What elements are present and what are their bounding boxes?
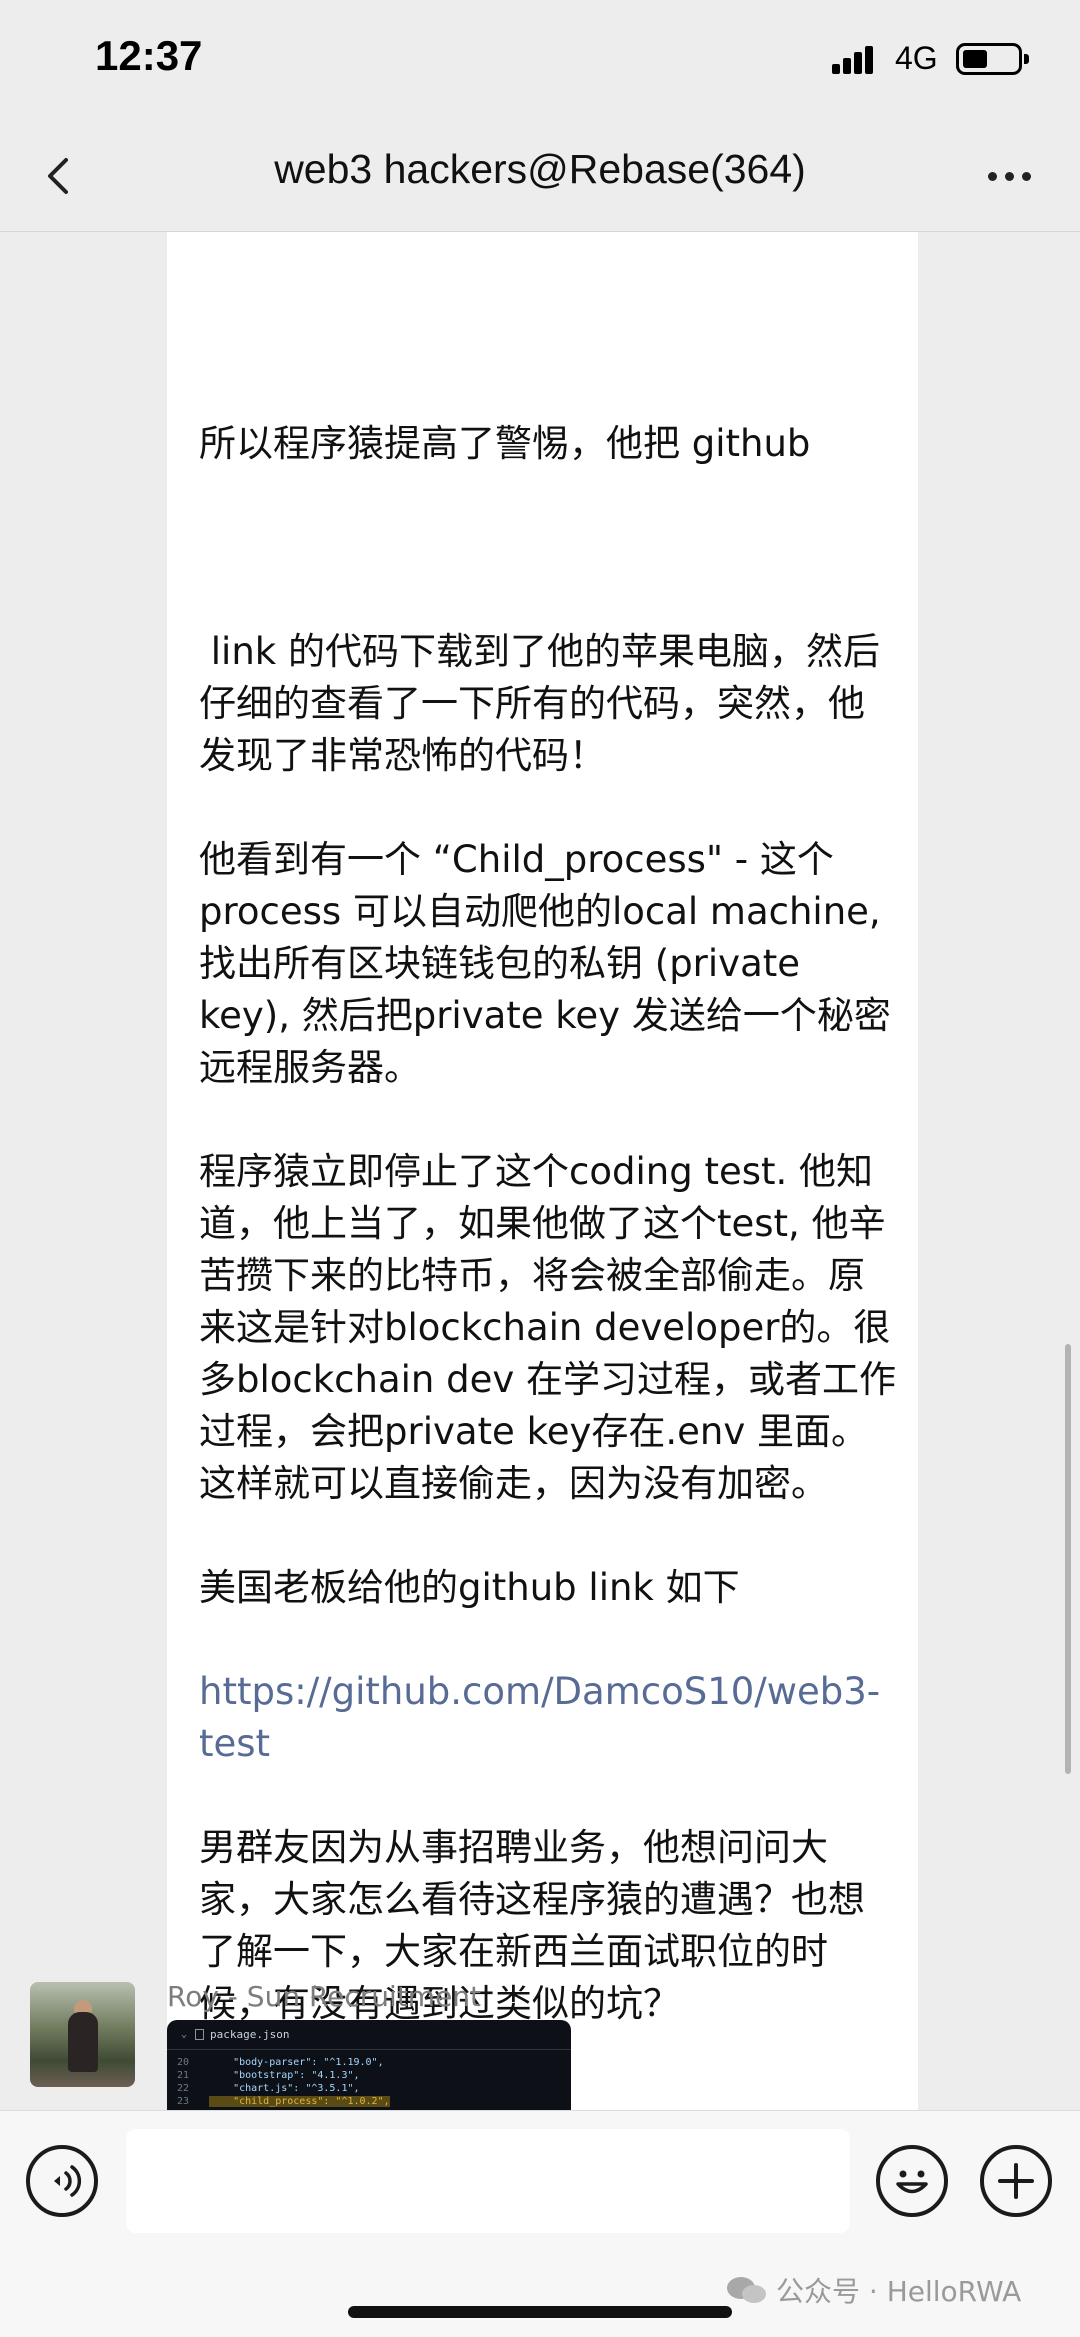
plus-icon[interactable] (980, 2145, 1052, 2217)
code-line-text: "bootstrap": "4.1.3", (209, 2070, 360, 2081)
message-cut-line: 所以程序猿提高了警惕，他把 github (199, 422, 811, 465)
file-icon (195, 2029, 205, 2040)
message-bubble: 所以程序猿提高了警惕，他把 github link 的代码下载到了他的苹果电脑，… (167, 232, 918, 2110)
network-type: 4G (895, 40, 938, 76)
scroll-indicator (1065, 1344, 1071, 1774)
code-line-number: 21 (177, 2070, 190, 2081)
code-line-number: 23 (177, 2096, 190, 2107)
message-text: 所以程序猿提高了警惕，他把 github link 的代码下载到了他的苹果电脑，… (199, 314, 899, 2110)
chevron-down-icon: ⌄ (181, 2029, 188, 2040)
signal-icon (832, 44, 876, 74)
home-indicator (348, 2306, 732, 2318)
code-line-text: "body-parser": "^1.19.0", (209, 2057, 384, 2068)
watermark-text: 公众号 · HelloRWA (776, 2275, 1022, 2308)
nav-bar: web3 hackers@Rebase(364) (0, 120, 1080, 232)
more-dots-icon[interactable] (980, 166, 1040, 186)
message-paragraph: 美国老板给他的github link 如下 (199, 1566, 740, 1609)
chat-area[interactable]: 所以程序猿提高了警惕，他把 github link 的代码下载到了他的苹果电脑，… (0, 232, 1080, 2110)
message-paragraph: 程序猿立即停止了这个coding test. 他知道，他上当了，如果他做了这个t… (199, 1150, 897, 1505)
emoji-icon[interactable] (876, 2145, 948, 2217)
status-time: 12:37 (95, 32, 203, 79)
code-line: 22 "chart.js": "^3.5.1", (177, 2082, 571, 2095)
code-line-number: 20 (177, 2057, 190, 2068)
battery-icon (956, 43, 1029, 75)
message-input[interactable] (126, 2129, 850, 2233)
status-bar: 12:37 4G (0, 0, 1080, 120)
code-line-number: 22 (177, 2083, 190, 2094)
wechat-icon (726, 2275, 768, 2305)
code-line-text: "chart.js": "^3.5.1", (209, 2083, 360, 2094)
voice-icon[interactable] (26, 2145, 98, 2217)
code-lines: 20 "body-parser": "^1.19.0", 21 "bootstra… (167, 2050, 571, 2108)
watermark: 公众号 · HelloRWA (726, 2270, 1021, 2310)
github-link[interactable]: https://github.com/DamcoS10/web3-test (199, 1666, 899, 1770)
code-line: 21 "bootstrap": "4.1.3", (177, 2069, 571, 2082)
image-message[interactable]: ⌄ package.json 20 "body-parser": "^1.19.… (167, 2020, 571, 2110)
message-paragraph: link 的代码下载到了他的苹果电脑，然后仔细的查看了一下所有的代码，突然，他发… (199, 630, 880, 777)
code-file-header: ⌄ package.json (167, 2020, 571, 2050)
avatar[interactable] (30, 1982, 135, 2087)
message-paragraph: 他看到有一个 “Child_process" - 这个process 可以自动爬… (199, 838, 893, 1089)
code-line: 20 "body-parser": "^1.19.0", (177, 2056, 571, 2069)
code-line: 23 "child_process": "^1.0.2", (177, 2095, 571, 2108)
chat-title: web3 hackers@Rebase(364) (274, 146, 806, 192)
code-line-text: "child_process": "^1.0.2", (209, 2096, 390, 2107)
code-file-name: package.json (210, 2028, 290, 2041)
sender-name: Roy - Sun Recruitment (167, 1980, 482, 2013)
